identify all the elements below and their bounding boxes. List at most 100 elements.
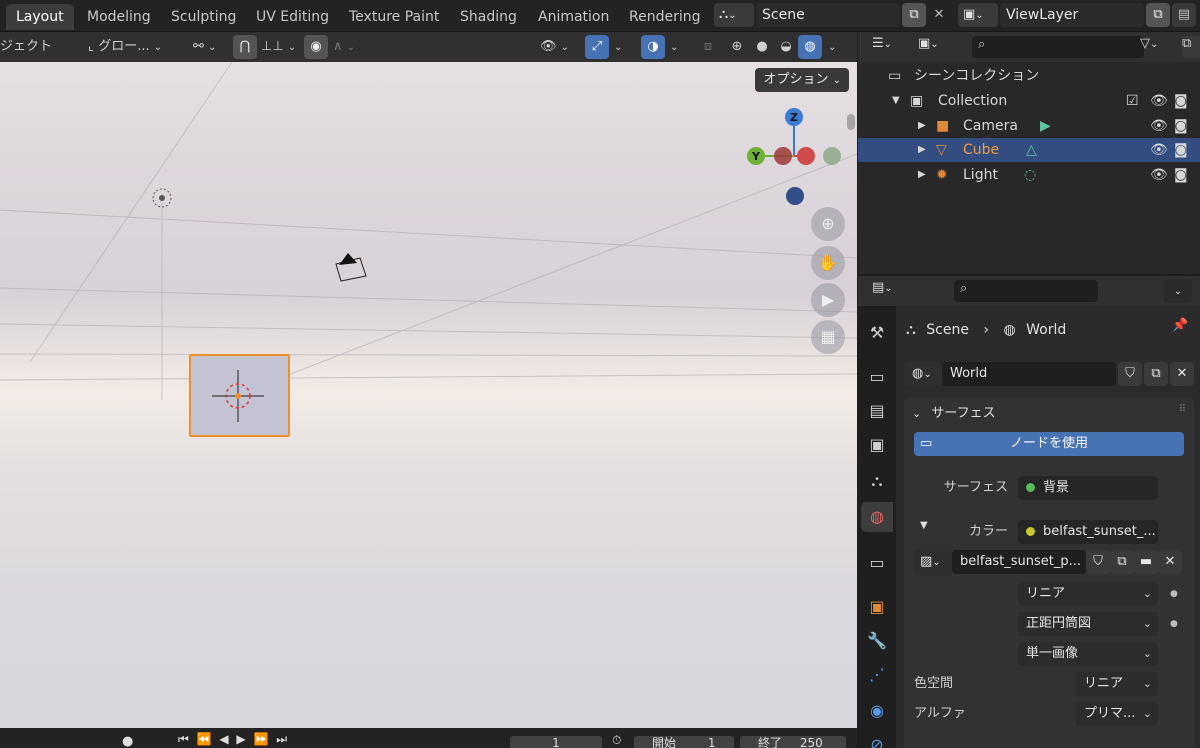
shading-solid[interactable]: ●	[750, 35, 774, 59]
snap-target-dropdown[interactable]: ⊥⊥ ⌄	[261, 35, 296, 59]
tab-layout[interactable]: Layout	[6, 4, 74, 30]
properties-search-input[interactable]: ⌕	[954, 280, 1098, 302]
navigation-gizmo[interactable]: Z Y	[742, 106, 852, 216]
render-camera-icon[interactable]: ◙	[1174, 89, 1188, 113]
tab-modifiers[interactable]: 🔧	[861, 626, 893, 656]
shading-rendered[interactable]: ◍	[798, 35, 822, 59]
camera-data-icon[interactable]: ▶	[1040, 114, 1051, 138]
display-mode-dropdown[interactable]: ▣⌄	[918, 36, 939, 51]
eye-icon[interactable]: 👁	[1150, 114, 1168, 138]
falloff-dropdown[interactable]: ∧ ⌄	[333, 35, 355, 59]
world-browse-dropdown[interactable]: ◍⌄	[904, 362, 942, 386]
render-camera-icon[interactable]: ◙	[1174, 163, 1188, 187]
overlays-dropdown[interactable]: ⌄	[670, 35, 678, 59]
playback-controls[interactable]: ⏮ ⏪ ◀ ▶ ⏩ ⏭	[178, 732, 289, 747]
image-browse-dropdown[interactable]: ▨⌄	[914, 550, 952, 574]
3d-viewport[interactable]: オプション ⌄ Z Y ⊕ ✋ ▶ ▦	[0, 62, 857, 728]
delete-scene-button[interactable]: ✕	[927, 3, 951, 27]
outliner-row-collection[interactable]: ▼ ▣ Collection ☑ 👁 ◙	[858, 89, 1200, 113]
keyframe-record-button[interactable]: ●	[122, 734, 133, 748]
new-view-layer-button[interactable]: ⧉	[1146, 3, 1170, 27]
use-nodes-button[interactable]: ▭ ノードを使用	[914, 432, 1184, 456]
outliner-row-light[interactable]: ▶ ✹ Light ◌ 👁 ◙	[858, 163, 1200, 187]
keyframe-dot-icon[interactable]: ●	[1170, 612, 1178, 636]
exclude-checkbox[interactable]: ☑	[1126, 89, 1139, 113]
tab-modeling[interactable]: Modeling	[77, 4, 161, 30]
overlays-toggle[interactable]: ◑	[641, 35, 665, 59]
image-fake-user-button[interactable]: ⛉	[1086, 550, 1110, 574]
extension-dropdown[interactable]: 単一画像 ⌄	[1018, 642, 1158, 666]
unlink-image-button[interactable]: ✕	[1158, 550, 1182, 574]
viewport-options-dropdown[interactable]: オプション ⌄	[755, 68, 849, 92]
camera-view-button[interactable]: ▶	[811, 283, 845, 317]
new-world-button[interactable]: ⧉	[1144, 362, 1168, 386]
mesh-data-icon[interactable]: △	[1026, 138, 1037, 162]
tab-shading[interactable]: Shading	[450, 4, 527, 30]
surface-panel-header[interactable]: ⌄ サーフェス	[912, 402, 996, 426]
tab-output[interactable]: ▤	[861, 396, 893, 426]
new-scene-button[interactable]: ⧉	[902, 3, 926, 27]
object-menu[interactable]: ジェクト	[0, 35, 52, 59]
scene-type-picker[interactable]: ⛬⌄	[714, 3, 754, 27]
proportional-edit-toggle[interactable]: ◉	[304, 35, 328, 59]
tab-world[interactable]: ◍	[861, 502, 893, 532]
open-image-button[interactable]: ▬	[1134, 550, 1158, 574]
render-camera-icon[interactable]: ◙	[1174, 114, 1188, 138]
tab-texture-paint[interactable]: Texture Paint	[339, 4, 449, 30]
projection-dropdown[interactable]: 正距円筒図 ⌄	[1018, 612, 1158, 636]
pivot-point-dropdown[interactable]: ⚯ ⌄	[193, 35, 216, 59]
visibility-dropdown[interactable]: 👁 ⌄	[540, 35, 569, 59]
alpha-dropdown[interactable]: プリマ... ⌄	[1076, 702, 1158, 726]
view-layer-name-field[interactable]: ViewLayer	[1000, 3, 1144, 27]
unlink-world-button[interactable]: ✕	[1170, 362, 1194, 386]
snap-toggle[interactable]: ⋂	[233, 35, 257, 59]
current-frame-field[interactable]: 1	[510, 736, 602, 748]
xray-toggle[interactable]: ⧈	[696, 35, 720, 59]
tab-physics[interactable]: ◉	[861, 696, 893, 726]
drag-handle-icon[interactable]: ⠿	[1179, 404, 1186, 415]
image-name-field[interactable]: belfast_sunset_p...	[952, 550, 1086, 574]
tab-tool[interactable]: ⚒	[861, 318, 893, 348]
keyframe-dot-icon[interactable]: ●	[1170, 582, 1178, 606]
shading-material[interactable]: ◒	[774, 35, 798, 59]
new-image-button[interactable]: ⧉	[1110, 550, 1134, 574]
perspective-toggle-button[interactable]: ▦	[811, 320, 845, 354]
view-layer-type-picker[interactable]: ▣⌄	[958, 3, 998, 27]
gizmo-dropdown[interactable]: ⌄	[614, 35, 622, 59]
tab-scene[interactable]: ⛬	[861, 466, 893, 496]
tab-rendering[interactable]: Rendering	[619, 4, 711, 30]
filter-dropdown[interactable]: ▽⌄	[1140, 36, 1158, 51]
transform-orientation-dropdown[interactable]: ⌞ グロー... ⌄	[88, 35, 182, 59]
fake-user-button[interactable]: ⛉	[1118, 362, 1142, 386]
eye-icon[interactable]: 👁	[1150, 138, 1168, 162]
outliner-search-input[interactable]: ⌕	[972, 36, 1144, 58]
outliner-row-camera[interactable]: ▶ ■ Camera ▶ 👁 ◙	[858, 114, 1200, 138]
world-name-field[interactable]: World	[942, 362, 1116, 386]
tab-view-layer[interactable]: ▣	[861, 430, 893, 460]
outliner-row-cube[interactable]: ▶ ▽ Cube △ 👁 ◙	[858, 138, 1200, 162]
eye-icon[interactable]: 👁	[1150, 163, 1168, 187]
tab-constraints[interactable]: ⊘	[861, 730, 893, 748]
editor-type-dropdown[interactable]: ☰⌄	[872, 36, 892, 51]
editor-type-dropdown[interactable]: ▤⌄	[872, 280, 893, 295]
tab-render[interactable]: ▭	[861, 362, 893, 392]
properties-options-dropdown[interactable]: ⌄	[1164, 279, 1192, 303]
scene-collection-row[interactable]: ▭ シーンコレクション	[858, 64, 1200, 88]
tab-particles[interactable]: ⋰	[861, 660, 893, 690]
pan-button[interactable]: ✋	[811, 246, 845, 280]
end-frame-field[interactable]: 終了 250	[740, 736, 846, 748]
tab-uv-editing[interactable]: UV Editing	[246, 4, 339, 30]
pin-icon[interactable]: 📌	[1172, 318, 1188, 333]
tab-sculpting[interactable]: Sculpting	[161, 4, 246, 30]
remove-view-layer-button[interactable]: ▤	[1172, 3, 1196, 27]
eye-icon[interactable]: 👁	[1150, 89, 1168, 113]
interpolation-dropdown[interactable]: リニア ⌄	[1018, 582, 1158, 606]
light-data-icon[interactable]: ◌	[1024, 163, 1036, 187]
surface-shader-field[interactable]: 背景	[1018, 476, 1158, 500]
zoom-button[interactable]: ⊕	[811, 207, 845, 241]
tab-object[interactable]: ▣	[861, 592, 893, 622]
tab-collection[interactable]: ▭	[861, 548, 893, 578]
scene-name-field[interactable]: Scene	[756, 3, 900, 27]
gizmo-toggle[interactable]: ⤢	[585, 35, 609, 59]
color-space-dropdown[interactable]: リニア ⌄	[1076, 672, 1158, 696]
